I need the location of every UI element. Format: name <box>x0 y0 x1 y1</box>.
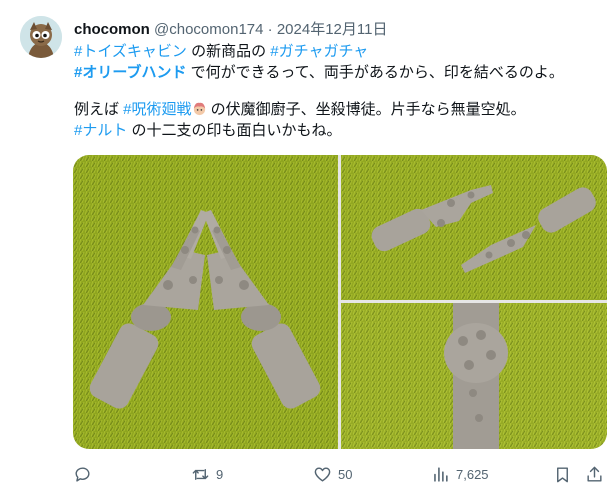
avatar-character-icon <box>20 16 62 58</box>
text-line-4: #ナルト の十二支の印も面白いかもね。 <box>74 120 600 141</box>
hand-closeup-image <box>341 303 607 449</box>
media-grid <box>73 155 607 449</box>
character-face-emoji <box>193 102 205 116</box>
reply-button[interactable] <box>73 462 98 486</box>
separator: · <box>263 21 277 38</box>
bookmark-button[interactable] <box>553 462 572 486</box>
text-segment: の新商品の <box>186 43 271 60</box>
tweet-text: #トイズキャビン の新商品の #ガチャガチャ #オリーブハンド で何ができるって… <box>74 41 600 141</box>
views-count: 7,625 <box>456 466 489 482</box>
post-date[interactable]: 2024年12月11日 <box>277 21 388 38</box>
text-line-1: #トイズキャビン の新商品の #ガチャガチャ <box>74 41 600 62</box>
retweet-count: 9 <box>216 466 224 482</box>
author-name[interactable]: chocomon <box>74 21 150 38</box>
share-icon <box>587 466 602 482</box>
text-segment: の伏魔御廚子、坐殺博徒。片手なら無量空処。 <box>206 101 526 118</box>
reply-icon <box>75 466 90 482</box>
text-line-3: 例えば #呪術廻戦 の伏魔御廚子、坐殺博徒。片手なら無量空処。 <box>74 99 600 120</box>
text-line-2: #オリーブハンド で何ができるって、両手があるから、印を結べるのよ。 <box>74 62 600 83</box>
tweet-header: chocomon @chocomon174 · 2024年12月11日 <box>74 18 387 39</box>
like-count: 50 <box>338 466 353 482</box>
hashtag-naruto[interactable]: #ナルト <box>74 122 127 139</box>
action-bar: 9 50 7,625 <box>73 462 603 486</box>
like-button[interactable]: 50 <box>313 462 352 486</box>
share-button[interactable] <box>585 462 604 486</box>
text-segment: で何ができるって、両手があるから、印を結べるのよ。 <box>186 64 564 81</box>
hands-apart-image <box>341 155 607 300</box>
hands-sign-image <box>73 155 338 449</box>
views-icon <box>434 466 448 482</box>
hashtag-jujutsukaisen[interactable]: #呪術廻戦 <box>123 101 191 118</box>
photo-hands-apart[interactable] <box>341 155 607 300</box>
bookmark-icon <box>557 466 568 482</box>
retweet-button[interactable]: 9 <box>191 462 223 486</box>
retweet-icon <box>192 468 209 480</box>
photo-hand-closeup[interactable] <box>341 303 607 449</box>
hashtag-toyscabin[interactable]: #トイズキャビン <box>74 43 187 60</box>
heart-icon <box>314 466 331 482</box>
text-segment: 例えば <box>74 101 124 118</box>
hashtag-olivehand[interactable]: #オリーブハンド <box>74 64 186 81</box>
views-button[interactable]: 7,625 <box>431 462 489 486</box>
avatar[interactable] <box>20 16 62 58</box>
tweet: chocomon @chocomon174 · 2024年12月11日 #トイズ… <box>0 0 610 495</box>
photo-hands-sign[interactable] <box>73 155 338 449</box>
hashtag-gachagacha[interactable]: #ガチャガチャ <box>270 43 368 60</box>
text-segment: の十二支の印も面白いかもね。 <box>127 122 342 139</box>
author-handle[interactable]: @chocomon174 <box>154 21 263 38</box>
